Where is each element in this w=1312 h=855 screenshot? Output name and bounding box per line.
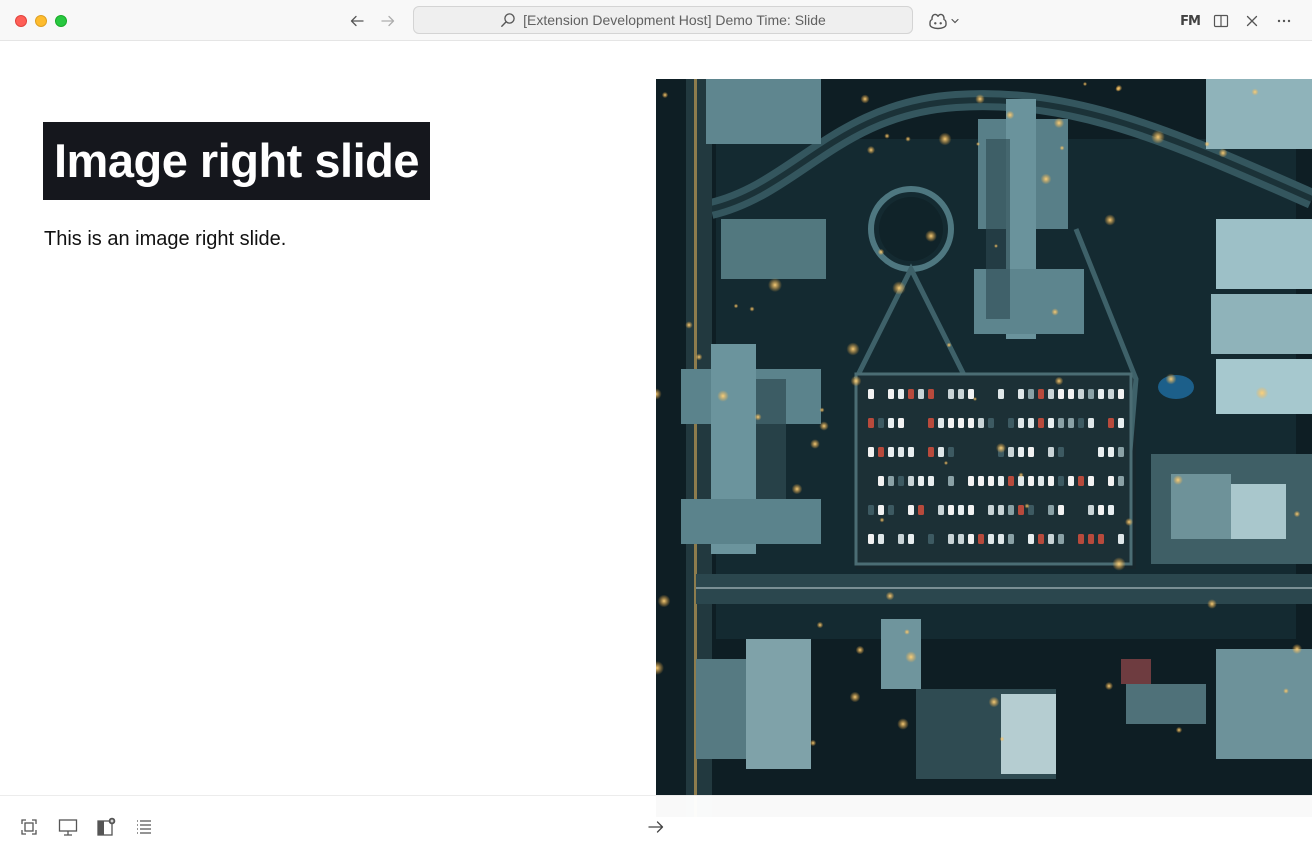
back-button[interactable] xyxy=(346,10,368,32)
close-icon xyxy=(1246,15,1258,27)
presentation-button[interactable] xyxy=(57,816,79,838)
split-editor-button[interactable] xyxy=(1209,9,1233,33)
split-editor-icon xyxy=(1213,14,1229,28)
window-titlebar: [Extension Development Host] Demo Time: … xyxy=(0,0,1312,41)
arrow-left-icon xyxy=(350,15,364,27)
layout-toggle-icon xyxy=(97,817,116,836)
close-editor-button[interactable] xyxy=(1240,9,1264,33)
slide-body-text: This is an image right slide. xyxy=(44,228,287,250)
search-label: [Extension Development Host] Demo Time: … xyxy=(523,12,826,28)
search-icon xyxy=(501,13,515,27)
slide-image xyxy=(656,79,1312,817)
copilot-icon xyxy=(929,13,947,30)
forward-button[interactable] xyxy=(377,10,399,32)
slide-list-button[interactable] xyxy=(133,816,155,838)
more-actions-button[interactable] xyxy=(1272,9,1296,33)
next-slide-arrow-icon xyxy=(648,821,664,833)
arrow-right-icon xyxy=(381,15,395,27)
layout-toggle-button[interactable] xyxy=(95,816,117,838)
more-icon xyxy=(1277,19,1291,23)
aerial-city-photo xyxy=(656,79,1312,817)
slide-title: Image right slide xyxy=(43,122,430,200)
copilot-menu-button[interactable] xyxy=(928,10,960,32)
list-icon xyxy=(137,820,151,834)
front-matter-icon[interactable]: FM xyxy=(1178,9,1202,33)
front-matter-label: FM xyxy=(1180,13,1201,29)
next-slide-button[interactable] xyxy=(645,816,667,838)
fit-screen-icon xyxy=(21,819,37,835)
chevron-down-icon xyxy=(951,18,959,24)
slide-controls-bar xyxy=(0,795,1312,855)
command-center-search[interactable]: [Extension Development Host] Demo Time: … xyxy=(413,6,913,34)
slide-text-panel: Image right slide This is an image right… xyxy=(0,42,656,794)
minimize-traffic-light[interactable] xyxy=(35,15,47,27)
close-traffic-light[interactable] xyxy=(15,15,27,27)
fit-screen-button[interactable] xyxy=(18,816,40,838)
maximize-traffic-light[interactable] xyxy=(55,15,67,27)
presentation-icon xyxy=(58,819,78,836)
